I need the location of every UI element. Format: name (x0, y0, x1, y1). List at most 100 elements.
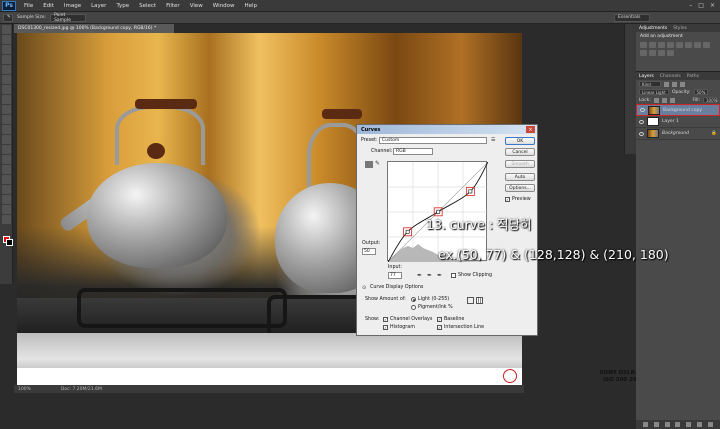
smooth-button[interactable]: Smooth (505, 160, 535, 168)
sample-size-select[interactable]: Point Sample (50, 13, 87, 23)
layer-row-background-copy[interactable]: Background copy (636, 104, 720, 116)
menu-filter[interactable]: Filter (161, 3, 185, 9)
pigment-radio[interactable] (411, 305, 416, 310)
group-icon[interactable] (686, 422, 692, 427)
visibility-eye-icon[interactable] (640, 108, 645, 112)
adjustment-layer-icon[interactable] (675, 422, 681, 427)
curve-control-point[interactable] (405, 229, 410, 234)
clone-stamp-tool-icon[interactable] (2, 105, 11, 114)
trash-icon[interactable] (707, 422, 713, 427)
eraser-tool-icon[interactable] (2, 125, 11, 134)
auto-button[interactable]: Auto (505, 173, 535, 181)
brightness-icon[interactable] (640, 42, 647, 48)
menu-edit[interactable]: Edit (38, 3, 59, 9)
gray-eyedropper-icon[interactable]: ✒ (427, 273, 433, 279)
filter-pixel-icon[interactable] (664, 81, 669, 87)
histogram-checkbox[interactable]: ✓ (383, 325, 388, 330)
black-white-icon[interactable] (703, 42, 710, 48)
layer-kind-select[interactable]: Kind (639, 81, 661, 87)
menu-window[interactable]: Window (208, 3, 240, 9)
filter-type-icon[interactable] (680, 81, 685, 87)
tab-adjustments[interactable]: Adjustments (639, 26, 667, 31)
vibrance-icon[interactable] (676, 42, 683, 48)
preset-select[interactable]: Custom (379, 137, 487, 144)
light-radio[interactable] (411, 297, 416, 302)
type-tool-icon[interactable] (2, 175, 11, 184)
blend-mode-select[interactable]: Linear Light (639, 89, 669, 95)
quick-select-tool-icon[interactable] (2, 55, 11, 64)
hue-saturation-icon[interactable] (685, 42, 692, 48)
input-input[interactable]: 77 (388, 272, 402, 279)
eyedropper-tool-preset[interactable]: ✎ (3, 13, 13, 22)
visibility-eye-icon[interactable] (639, 131, 644, 136)
exposure-icon[interactable] (667, 42, 674, 48)
crop-tool-icon[interactable] (2, 65, 11, 74)
black-eyedropper-icon[interactable]: ✒ (417, 273, 423, 279)
zoom-level[interactable]: 100% (18, 387, 31, 392)
workspace-select[interactable]: Essentials (614, 13, 650, 22)
blur-tool-icon[interactable] (2, 145, 11, 154)
white-eyedropper-icon[interactable]: ✒ (437, 273, 443, 279)
preset-options-icon[interactable]: ☰ (491, 137, 497, 143)
pen-tool-icon[interactable] (2, 165, 11, 174)
tab-paths[interactable]: Paths (687, 74, 699, 79)
shape-tool-icon[interactable] (2, 195, 11, 204)
channel-mixer-icon[interactable] (649, 50, 656, 56)
minimize-button[interactable]: – (689, 2, 692, 9)
baseline-checkbox[interactable]: ✓ (437, 317, 442, 322)
tab-layers[interactable]: Layers (639, 74, 654, 79)
link-layers-icon[interactable] (642, 422, 648, 427)
tab-styles[interactable]: Styles (673, 26, 687, 31)
intersection-checkbox[interactable]: ✓ (437, 325, 442, 330)
output-input[interactable]: 50 (362, 248, 376, 255)
close-button[interactable]: × (710, 2, 715, 9)
curves-icon[interactable] (658, 42, 665, 48)
preview-checkbox[interactable]: ✓ (505, 197, 510, 202)
menu-select[interactable]: Select (134, 3, 161, 9)
background-color-swatch[interactable] (6, 239, 13, 246)
path-select-tool-icon[interactable] (2, 185, 11, 194)
layer-row-background[interactable]: Background 🔒 (636, 128, 720, 140)
channel-overlays-checkbox[interactable]: ✓ (383, 317, 388, 322)
menu-layer[interactable]: Layer (86, 3, 111, 9)
document-tab[interactable]: DSC01300_resized.jpg @ 100% (Background … (14, 24, 174, 33)
tab-channels[interactable]: Channels (660, 74, 681, 79)
pencil-icon[interactable]: ✎ (375, 161, 381, 167)
dodge-tool-icon[interactable] (2, 155, 11, 164)
move-tool-icon[interactable] (2, 25, 11, 34)
new-layer-icon[interactable] (697, 422, 703, 427)
cancel-button[interactable]: Cancel (505, 148, 535, 156)
layer-row-layer-1[interactable]: Layer 1 (636, 116, 720, 128)
menu-view[interactable]: View (185, 3, 208, 9)
layer-style-icon[interactable] (653, 422, 659, 427)
menu-help[interactable]: Help (239, 3, 262, 9)
curves-graph[interactable] (387, 161, 489, 263)
channel-select[interactable]: RGB (393, 148, 433, 155)
color-balance-icon[interactable] (694, 42, 701, 48)
visibility-eye-icon[interactable] (639, 119, 644, 124)
simple-grid-icon[interactable] (467, 297, 474, 304)
curve-edit-points-icon[interactable] (365, 161, 373, 168)
menu-type[interactable]: Type (111, 3, 134, 9)
zoom-tool-icon[interactable] (2, 215, 11, 224)
eyedropper-tool-icon[interactable] (2, 75, 11, 84)
curve-control-point[interactable] (436, 209, 441, 214)
opacity-input[interactable]: 50% (693, 89, 708, 95)
lock-all-icon[interactable] (669, 97, 675, 103)
menu-image[interactable]: Image (59, 3, 86, 9)
lasso-tool-icon[interactable] (2, 45, 11, 54)
curves-close-button[interactable]: × (526, 126, 535, 133)
hand-tool-icon[interactable] (2, 205, 11, 214)
layer-mask-icon[interactable] (664, 422, 670, 427)
gradient-tool-icon[interactable] (2, 135, 11, 144)
ok-button[interactable]: OK (505, 137, 535, 145)
detailed-grid-icon[interactable] (476, 297, 483, 304)
lock-pixels-icon[interactable] (653, 97, 659, 103)
invert-icon[interactable] (658, 50, 665, 56)
filter-adjust-icon[interactable] (672, 81, 677, 87)
curves-dialog-titlebar[interactable]: Curves (357, 125, 537, 134)
healing-tool-icon[interactable] (2, 85, 11, 94)
expand-chevron-icon[interactable]: ⊙ (362, 285, 368, 291)
show-clipping-checkbox[interactable] (451, 273, 456, 278)
document-info[interactable]: Doc: 7.20M/21.6M (61, 387, 102, 392)
